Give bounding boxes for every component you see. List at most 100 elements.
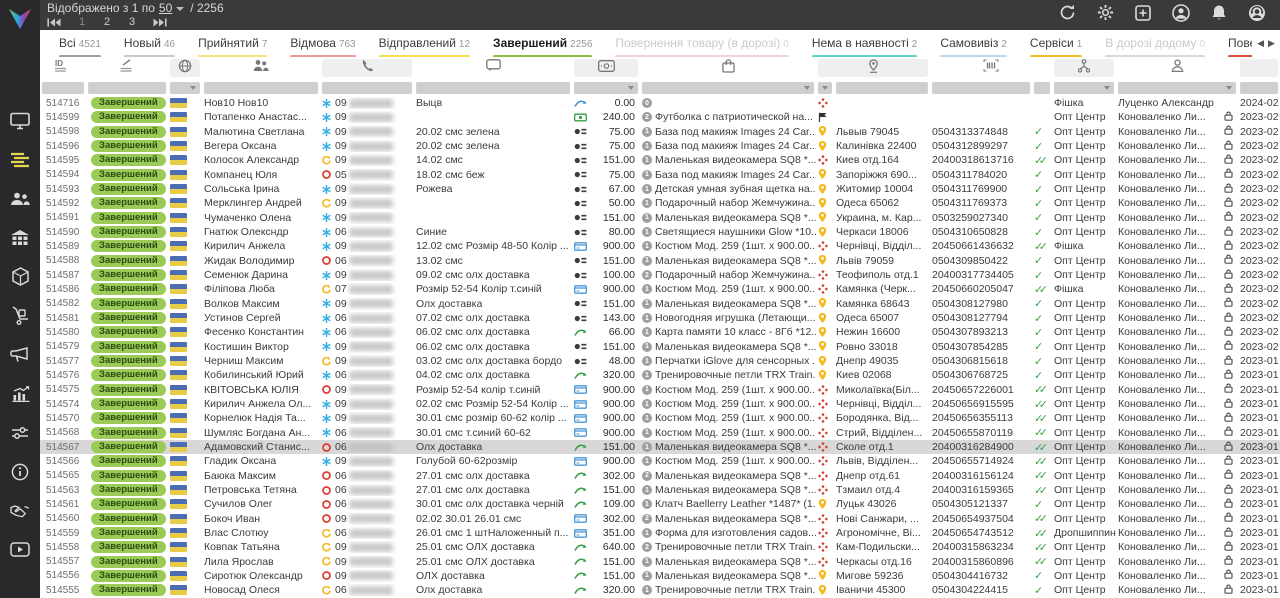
tab-services[interactable]: Сервіси1: [1021, 34, 1091, 57]
table-row[interactable]: 514586ЗавершенийФіліпова Люба07Розмір 52…: [40, 282, 1280, 296]
app-logo-icon[interactable]: [7, 4, 33, 34]
column-header-id[interactable]: ID: [42, 59, 84, 77]
sidebar-item-dashboard[interactable]: [8, 112, 32, 134]
filter-input-col4[interactable]: [204, 82, 318, 94]
sidebar-item-products[interactable]: [8, 268, 32, 290]
column-header-country[interactable]: [170, 59, 200, 77]
filter-input-col17[interactable]: [1240, 82, 1278, 94]
table-row[interactable]: 514593ЗавершенийСольська Ірина09Рожева67…: [40, 182, 1280, 196]
table-row[interactable]: 514599ЗавершенийПотапенко Анастас...0924…: [40, 110, 1280, 124]
table-row[interactable]: 514590ЗавершенийГнатюк Олексндр06Синие80…: [40, 225, 1280, 239]
page-button-1[interactable]: 1: [78, 16, 86, 29]
column-header-client[interactable]: [204, 59, 318, 77]
table-row[interactable]: 514576ЗавершенийКобилинський Юрий0604.02…: [40, 368, 1280, 382]
filter-dropdown-icon[interactable]: [822, 86, 828, 90]
column-header-channel[interactable]: [1054, 59, 1114, 77]
tab-accepted[interactable]: Прийнятий7: [189, 34, 276, 57]
table-row[interactable]: 514598ЗавершенийМалютина Светлана0920.02…: [40, 125, 1280, 139]
page-button-2[interactable]: 2: [103, 16, 111, 29]
filter-input-col15[interactable]: [1118, 82, 1236, 94]
column-header-phone[interactable]: [322, 59, 412, 77]
filter-dropdown-icon[interactable]: [190, 86, 196, 90]
tabs-scroll-right-icon[interactable]: ▶: [1268, 38, 1275, 49]
filter-input-col12[interactable]: [932, 82, 1030, 94]
table-row[interactable]: 514567ЗавершенийАдамовский Станис...06Ол…: [40, 440, 1280, 454]
last-page-button[interactable]: [153, 18, 167, 27]
filter-input-col3[interactable]: [170, 82, 200, 94]
notifications-button[interactable]: [1211, 4, 1227, 26]
tab-new[interactable]: Новый46: [115, 34, 184, 57]
table-row[interactable]: 514575ЗавершенийКВІТОВСЬКА ЮЛІЯ09Розмір …: [40, 383, 1280, 397]
table-row[interactable]: 514560ЗавершенийБокоч Иван0902.02 30.01 …: [40, 512, 1280, 526]
column-header-product[interactable]: [642, 59, 814, 77]
filter-input-col14[interactable]: [1054, 82, 1114, 94]
filter-input-col10[interactable]: [818, 82, 832, 94]
table-row[interactable]: 514592ЗавершенийМерклингер Андрей0950.00…: [40, 196, 1280, 210]
filter-input-col7[interactable]: [574, 82, 638, 94]
sidebar-item-orders[interactable]: [8, 151, 32, 173]
tab-sent[interactable]: Відправлений12: [370, 34, 479, 57]
sidebar-item-partners[interactable]: [8, 502, 32, 524]
table-row[interactable]: 514596ЗавершенийВегера Оксана0920.02 смс…: [40, 139, 1280, 153]
refresh-button[interactable]: [1059, 4, 1076, 26]
table-row[interactable]: 514556ЗавершенийСиротюк Олександр09ОЛХ д…: [40, 569, 1280, 583]
table-row[interactable]: 514574ЗавершенийКирилич Анжела Ол...0902…: [40, 397, 1280, 411]
tab-all[interactable]: Всі4521: [50, 34, 110, 57]
column-header-manager[interactable]: [1118, 59, 1236, 77]
table-row[interactable]: 514563ЗавершенийПетровська Тетяна0627.01…: [40, 483, 1280, 497]
filter-input-col13[interactable]: [1034, 82, 1050, 94]
tab-pickup[interactable]: Самовивіз2: [931, 34, 1016, 57]
table-row[interactable]: 514555ЗавершенийНовосад Олеся06Олх доста…: [40, 583, 1280, 597]
tab-way-home[interactable]: В дорозі додому0: [1096, 34, 1214, 57]
per-page-select[interactable]: 50: [159, 2, 172, 15]
sidebar-item-marketing[interactable]: [8, 346, 32, 368]
table-row[interactable]: 514589ЗавершенийКирилич Анжела0912.02 см…: [40, 239, 1280, 253]
first-page-button[interactable]: [47, 18, 61, 27]
add-order-button[interactable]: [1135, 5, 1151, 26]
table-row[interactable]: 514559ЗавершенийВлас Слотюу0626.01 смс 1…: [40, 526, 1280, 540]
filter-dropdown-icon[interactable]: [804, 86, 810, 90]
filter-input-col11[interactable]: [836, 82, 928, 94]
table-row[interactable]: 514594ЗавершенийКомпанец Юля0518.02 смс …: [40, 168, 1280, 182]
table-row[interactable]: 514716ЗавершенийНов10 Нов1009Выцв0.000Фі…: [40, 96, 1280, 110]
table-row[interactable]: 514568ЗавершенийШумляс Богдана Ан...0630…: [40, 426, 1280, 440]
sidebar-item-company[interactable]: [8, 229, 32, 251]
column-header-payment[interactable]: [574, 59, 638, 77]
table-row[interactable]: 514579ЗавершенийКостишин Виктор0906.02 с…: [40, 340, 1280, 354]
table-row[interactable]: 514570ЗавершенийКорнелюк Надія Та...0930…: [40, 411, 1280, 425]
sidebar-item-tutorials[interactable]: [8, 541, 32, 563]
filter-input-col5[interactable]: [322, 82, 412, 94]
table-row[interactable]: 514566ЗавершенийГладик Оксана09Голубой 6…: [40, 454, 1280, 468]
sidebar-item-info[interactable]: [8, 463, 32, 485]
table-row[interactable]: 514561ЗавершенийСучилов Олег0630.01 смс …: [40, 497, 1280, 511]
column-header-delivery[interactable]: [818, 59, 928, 77]
column-header-ttn[interactable]: [932, 59, 1050, 77]
table-row[interactable]: 514582ЗавершенийВолков Максим09Олх доста…: [40, 297, 1280, 311]
filter-input-col9[interactable]: [642, 82, 814, 94]
profile-button[interactable]: [1172, 4, 1190, 27]
table-row[interactable]: 514591ЗавершенийЧумаченко Олена09151.001…: [40, 211, 1280, 225]
sidebar-item-purchases[interactable]: [8, 307, 32, 329]
filter-dropdown-icon[interactable]: [1104, 86, 1110, 90]
tab-completed[interactable]: Завершений2256: [484, 34, 601, 57]
filter-input-col6[interactable]: [416, 82, 570, 94]
table-row[interactable]: 514580ЗавершенийФесенко Константин0606.0…: [40, 325, 1280, 339]
sidebar-item-settings[interactable]: [8, 424, 32, 446]
table-row[interactable]: 514577ЗавершенийЧерниш Максим0903.02 смс…: [40, 354, 1280, 368]
tab-out-of-stock[interactable]: Нема в наявності2: [803, 34, 927, 57]
tab-return-transit[interactable]: Повернення товару (в дорозі)0: [606, 34, 797, 57]
column-header-comment[interactable]: [416, 59, 570, 77]
sidebar-item-statistics[interactable]: [8, 385, 32, 407]
table-row[interactable]: 514581ЗавершенийУстинов Сергей0607.02 см…: [40, 311, 1280, 325]
column-header-date[interactable]: [1240, 59, 1278, 77]
table-row[interactable]: 514595ЗавершенийКолосок Александр0914.02…: [40, 153, 1280, 167]
table-row[interactable]: 514565ЗавершенийБаюка Максим0627.01 смс …: [40, 469, 1280, 483]
sidebar-item-clients[interactable]: [8, 190, 32, 212]
filter-input-col1[interactable]: [42, 82, 84, 94]
table-row[interactable]: 514557ЗавершенийЛила Ярослав0925.01 смс …: [40, 555, 1280, 569]
support-button[interactable]: [1248, 4, 1266, 27]
table-row[interactable]: 514558ЗавершенийКовпак Татьяна0925.01 см…: [40, 540, 1280, 554]
filter-input-col2[interactable]: [88, 82, 166, 94]
settings-button[interactable]: [1097, 4, 1114, 26]
filter-dropdown-icon[interactable]: [628, 86, 634, 90]
